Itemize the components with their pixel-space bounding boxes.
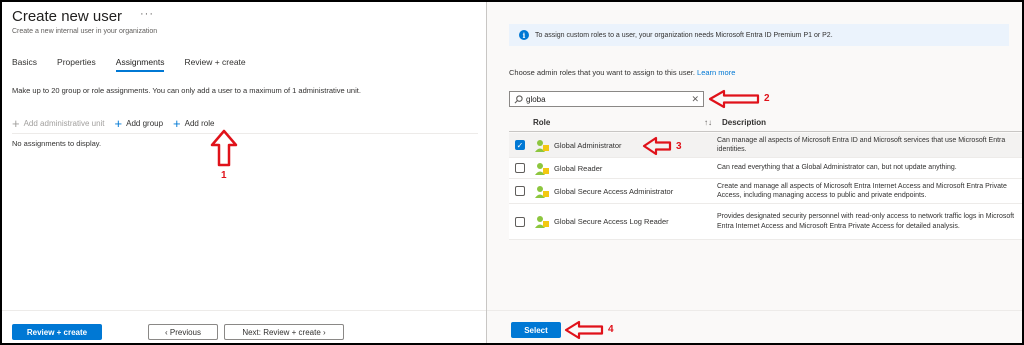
tab-review-create[interactable]: Review + create <box>184 57 245 72</box>
arrow-annotation-icon <box>708 89 760 109</box>
roles-table-header: Role ↑↓ Description <box>509 114 1022 132</box>
tab-assignments[interactable]: Assignments <box>115 57 164 72</box>
command-bar-divider <box>12 133 478 134</box>
role-name: Global Administrator <box>554 140 622 150</box>
role-description: Provides designated security personnel w… <box>717 213 1015 230</box>
role-icon <box>535 162 549 175</box>
column-header-role[interactable]: Role <box>533 118 704 127</box>
more-options-icon[interactable]: ··· <box>140 8 154 20</box>
footer-divider <box>2 310 486 311</box>
learn-more-link[interactable]: Learn more <box>697 68 735 77</box>
tab-properties[interactable]: Properties <box>57 57 96 72</box>
sort-icon[interactable]: ↑↓ <box>704 118 722 127</box>
role-icon <box>535 185 549 198</box>
command-bar: + Add administrative unit + Add group + … <box>12 117 224 130</box>
choose-roles-label: Choose admin roles that you want to assi… <box>509 68 695 77</box>
row-checkbox[interactable]: ✓ <box>515 140 525 150</box>
add-administrative-unit-label: Add administrative unit <box>23 119 105 128</box>
empty-assignments-text: No assignments to display. <box>12 139 102 148</box>
role-name: Global Secure Access Log Reader <box>554 217 669 226</box>
role-description: Can read everything that a Global Admini… <box>717 164 957 172</box>
premium-info-banner: i To assign custom roles to a user, your… <box>509 24 1009 46</box>
search-icon <box>514 94 523 103</box>
select-button[interactable]: Select <box>511 322 561 338</box>
add-role-button[interactable]: + Add role <box>173 117 214 130</box>
plus-icon: + <box>173 116 181 131</box>
annotation-number-4: 4 <box>608 324 614 335</box>
row-checkbox[interactable] <box>515 163 525 173</box>
assignment-info-text: Make up to 20 group or role assignments.… <box>12 86 361 95</box>
table-row[interactable]: Global Secure Access Administrator Creat… <box>509 179 1022 204</box>
role-description: Create and manage all aspects of Microso… <box>717 182 1007 199</box>
role-icon <box>535 216 549 228</box>
role-search-box[interactable]: ✕ <box>509 91 704 107</box>
table-row[interactable]: Global Secure Access Log Reader Provides… <box>509 204 1022 240</box>
panel-divider <box>486 2 487 343</box>
previous-button[interactable]: ‹ Previous <box>148 324 218 340</box>
arrow-annotation-icon <box>564 320 604 340</box>
screenshot-frame: Create new user ··· Create a new interna… <box>2 2 1022 343</box>
column-header-description: Description <box>722 118 767 127</box>
plus-icon: + <box>12 116 20 131</box>
table-row[interactable]: Global Reader Can read everything that a… <box>509 158 1022 179</box>
role-name: Global Secure Access Administrator <box>554 186 674 196</box>
table-row[interactable]: ✓ Global Administrator Can manage all as… <box>509 133 1022 158</box>
plus-icon: + <box>114 116 123 131</box>
page-title: Create new user <box>12 8 123 25</box>
clear-icon[interactable]: ✕ <box>691 94 699 105</box>
row-checkbox[interactable] <box>515 216 525 227</box>
choose-roles-text: Choose admin roles that you want to assi… <box>509 68 735 77</box>
add-group-button[interactable]: + Add group <box>115 117 164 130</box>
add-administrative-unit-button[interactable]: + Add administrative unit <box>12 117 105 130</box>
role-icon <box>535 139 549 152</box>
arrow-annotation-icon <box>642 136 672 156</box>
add-group-label: Add group <box>126 119 164 128</box>
banner-text: To assign custom roles to a user, your o… <box>535 31 833 39</box>
footer-divider <box>487 310 1022 311</box>
tab-bar: Basics Properties Assignments Review + c… <box>12 57 266 72</box>
tab-basics[interactable]: Basics <box>12 57 37 72</box>
role-name: Global Reader <box>554 163 603 173</box>
info-icon: i <box>519 30 529 40</box>
add-role-label: Add role <box>184 119 215 128</box>
annotation-number-3: 3 <box>676 141 682 152</box>
annotation-number-1: 1 <box>221 170 227 181</box>
next-review-create-button[interactable]: Next: Review + create › <box>224 324 344 340</box>
review-create-button[interactable]: Review + create <box>12 324 102 340</box>
role-description: Can manage all aspects of Microsoft Entr… <box>717 136 1006 153</box>
annotation-number-2: 2 <box>764 93 770 104</box>
role-search-input[interactable] <box>526 94 692 104</box>
page-subtitle: Create a new internal user in your organ… <box>12 28 158 35</box>
arrow-annotation-icon <box>210 129 238 167</box>
row-checkbox[interactable] <box>515 186 525 196</box>
